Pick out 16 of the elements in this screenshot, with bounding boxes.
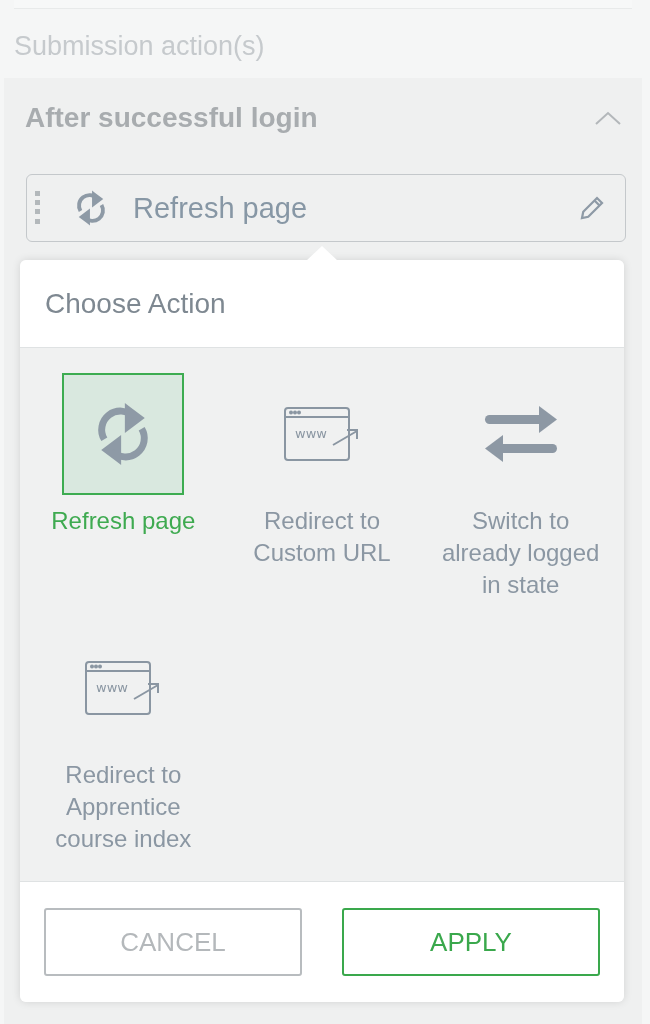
option-label: Refresh page [51, 506, 196, 536]
cancel-button[interactable]: CANCEL [44, 908, 302, 976]
action-row[interactable]: Refresh page [26, 174, 626, 242]
option-label: Switch to already logged in state [440, 506, 601, 600]
action-option[interactable]: www [261, 373, 383, 495]
apply-button[interactable]: APPLY [342, 908, 600, 976]
option-label: Redirect to Apprentice course index [54, 760, 193, 854]
swap-arrows-icon [482, 404, 559, 464]
popover-title: Choose Action [45, 287, 226, 320]
chevron-up-icon[interactable] [594, 110, 622, 126]
option-label: Redirect to Custom URL [252, 506, 392, 568]
action-option[interactable]: www [62, 627, 185, 749]
panel-title: After successful login [25, 102, 318, 134]
action-label: Refresh page [133, 191, 309, 225]
action-option[interactable] [62, 373, 185, 495]
drag-handle-icon[interactable] [35, 191, 41, 225]
